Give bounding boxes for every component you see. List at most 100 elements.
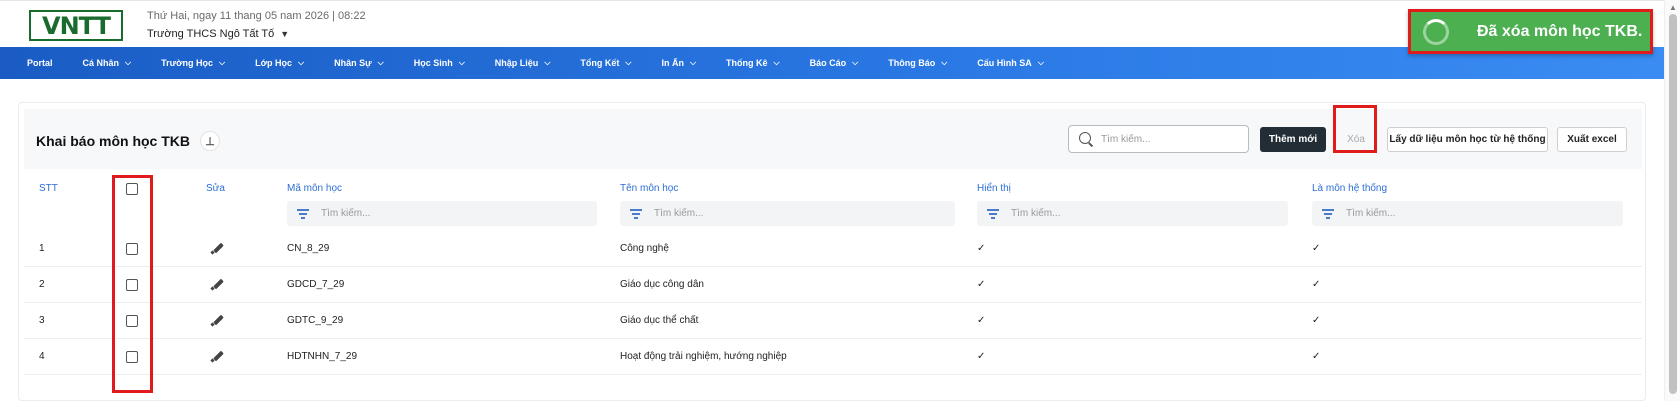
nav-item-tong-ket[interactable]: Tổng Kết ⌵ [580,58,631,68]
filter-system-input[interactable] [1346,208,1546,219]
toast-message: Đã xóa môn học TKB. [1477,22,1643,40]
filter-code-input[interactable] [321,208,521,219]
table-row[interactable]: 4 HDTNHN_7_29 Hoạt động trải nghiệm, hướ… [24,339,1642,375]
page-title-wrap: Khai báo môn học TKB ⊥ [36,131,220,151]
chevron-down-icon: ⌵ [689,58,697,67]
table-row[interactable]: 2 GDCD_7_29 Giáo dục công dân ✓ ✓ [24,267,1642,303]
fetch-system-subjects-button[interactable]: Lấy dữ liệu môn học từ hệ thống [1387,127,1548,152]
nav-item-ca-nhan[interactable]: Cá Nhân ⌵ [83,58,132,68]
success-toast[interactable]: Đã xóa môn học TKB. [1408,9,1653,54]
card-toolbar: Khai báo môn học TKB ⊥ Thêm mới Xóa Lấy … [24,109,1642,169]
row-checkbox[interactable] [126,243,138,255]
search-input[interactable] [1101,133,1231,145]
row-checkbox[interactable] [126,351,138,363]
chevron-down-icon: ⌵ [625,58,632,67]
search-icon [1079,132,1093,146]
filter-visible-input[interactable] [1011,208,1211,219]
scroll-up-icon[interactable]: ▲ [1669,3,1677,12]
cell-stt: 2 [39,279,45,290]
col-header-edit: Sửa [206,183,225,194]
nav-item-truong-hoc[interactable]: Trường Học ⌵ [161,58,225,68]
edit-pencil-icon[interactable] [211,350,223,362]
loading-spinner-icon [1423,18,1449,45]
school-name: Trường THCS Ngô Tất Tố [147,28,275,40]
select-all-checkbox[interactable] [126,183,138,195]
filter-visible[interactable] [977,201,1288,226]
table-row[interactable]: 1 CN_8_29 Công nghệ ✓ ✓ [24,231,1642,267]
table-row[interactable]: 3 GDTC_9_29 Giáo dục thể chất ✓ ✓ [24,303,1642,339]
subject-card: Khai báo môn học TKB ⊥ Thêm mới Xóa Lấy … [18,102,1646,401]
nav-item-thong-ke[interactable]: Thống Kê ⌵ [726,58,780,68]
page-title: Khai báo môn học TKB [36,133,190,149]
chevron-down-icon: ⌵ [298,58,305,67]
cell-stt: 1 [39,243,45,254]
filter-name-input[interactable] [654,208,854,219]
cell-code: GDTC_9_29 [287,315,344,326]
nav-item-bao-cao[interactable]: Báo Cáo ⌵ [810,58,859,68]
col-header-visible[interactable]: Hiển thị [977,183,1011,194]
export-excel-button[interactable]: Xuất excel [1557,127,1627,152]
page-scrollbar[interactable]: ▲ [1664,0,1680,401]
cell-system-check: ✓ [1312,351,1321,362]
edit-pencil-icon[interactable] [211,242,223,254]
nav-item-in-an[interactable]: In Ấn ⌵ [661,58,696,68]
search-box[interactable] [1068,125,1249,153]
delete-button[interactable]: Xóa [1338,127,1374,152]
cell-system-check: ✓ [1312,243,1321,254]
cell-system-check: ✓ [1312,279,1321,290]
filter-icon [630,209,642,219]
col-header-stt[interactable]: STT [39,183,58,194]
vntt-logo[interactable]: VNTT [29,10,123,41]
nav-item-nhap-lieu[interactable]: Nhập Liệu ⌵ [495,58,551,68]
cell-name: Giáo dục công dân [620,279,704,290]
cell-stt: 3 [39,315,45,326]
col-header-name[interactable]: Tên môn học [620,183,678,194]
chevron-down-icon: ⌵ [377,58,384,67]
chevron-down-icon: ⌵ [458,58,465,67]
filter-code[interactable] [287,201,597,226]
chevron-down-icon: ⌵ [941,58,948,67]
nav-item-portal[interactable]: Portal [27,58,53,68]
filter-icon [297,209,309,219]
nav-item-cau-hinh-sa[interactable]: Cấu Hình SA ⌵ [977,58,1044,68]
cell-visible-check: ✓ [977,351,986,362]
filter-name[interactable] [620,201,955,226]
header-date: Thứ Hai, ngay 11 thang 05 nam 2026 | 08:… [147,10,366,22]
nav-item-nhan-su[interactable]: Nhân Sự ⌵ [334,58,384,68]
logo-text: VNTT [42,11,111,40]
chevron-down-icon: ⌵ [773,58,780,67]
cell-visible-check: ✓ [977,315,986,326]
row-checkbox[interactable] [126,315,138,327]
col-header-system[interactable]: Là môn hệ thống [1312,183,1387,194]
scrollbar-thumb[interactable] [1669,14,1677,394]
chevron-down-icon: ⌵ [852,58,859,67]
cell-code: GDCD_7_29 [287,279,345,290]
pin-icon[interactable]: ⊥ [200,131,220,151]
nav-item-hoc-sinh[interactable]: Học Sinh ⌵ [414,58,465,68]
cell-visible-check: ✓ [977,243,986,254]
chevron-down-icon: ⌵ [219,58,226,67]
cell-visible-check: ✓ [977,279,986,290]
row-checkbox[interactable] [126,279,138,291]
chevron-down-icon: ⌵ [1037,58,1044,67]
cell-code: CN_8_29 [287,243,330,254]
cell-name: Công nghệ [620,243,669,254]
caret-down-icon: ▼ [280,29,290,39]
school-selector[interactable]: Trường THCS Ngô Tất Tố ▼ [147,28,289,40]
filter-icon [987,209,999,219]
col-header-code[interactable]: Mã môn học [287,183,342,194]
add-button[interactable]: Thêm mới [1260,127,1326,152]
cell-name: Giáo dục thể chất [620,315,699,326]
edit-pencil-icon[interactable] [211,278,223,290]
filter-icon [1322,209,1334,219]
chevron-down-icon: ⌵ [544,58,551,67]
cell-name: Hoạt động trải nghiệm, hướng nghiệp [620,351,787,362]
nav-item-thong-bao[interactable]: Thông Báo ⌵ [888,58,947,68]
cell-stt: 4 [39,351,45,362]
edit-pencil-icon[interactable] [211,314,223,326]
cell-code: HDTNHN_7_29 [287,351,358,362]
chevron-down-icon: ⌵ [125,58,132,67]
nav-item-lop-hoc[interactable]: Lớp Học ⌵ [255,58,304,68]
filter-system[interactable] [1312,201,1623,226]
cell-system-check: ✓ [1312,315,1321,326]
